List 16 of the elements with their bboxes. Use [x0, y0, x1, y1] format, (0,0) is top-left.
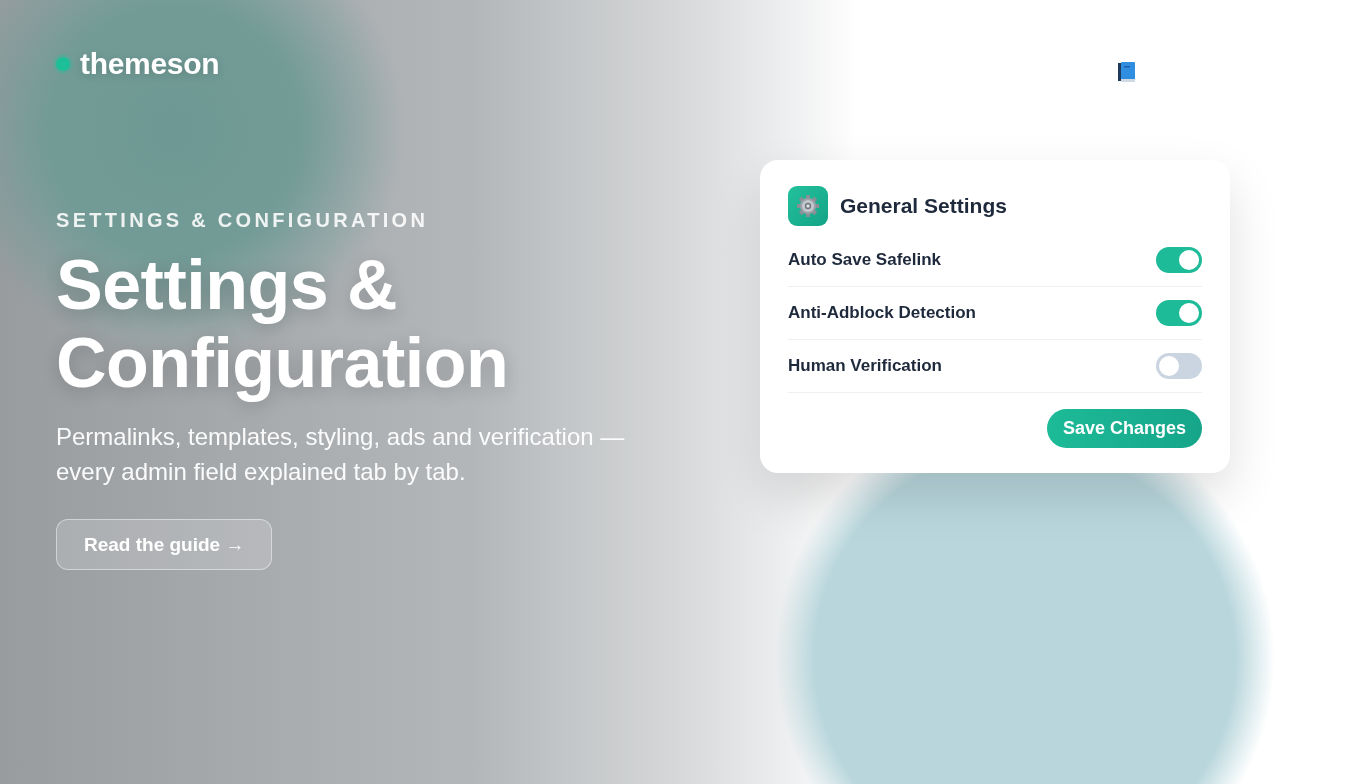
toggle-switch[interactable] — [1156, 300, 1202, 326]
headline: Settings & Configuration — [56, 246, 510, 402]
read-guide-button[interactable]: Read the guide → — [56, 519, 273, 570]
setting-label: Anti-Adblock Detection — [788, 303, 976, 323]
toggle-switch[interactable] — [1156, 247, 1202, 273]
card-title: General Settings — [840, 194, 1007, 218]
setting-label: Human Verification — [788, 356, 942, 376]
book-icon — [1118, 62, 1135, 82]
eyebrow-text: SETTINGS & CONFIGURATION — [56, 208, 429, 232]
brand-name: themeson — [80, 46, 220, 82]
logo-dot-icon — [53, 54, 73, 74]
setting-label: Auto Save Safelink — [788, 250, 942, 270]
gear-icon — [788, 186, 828, 226]
toggle-switch[interactable] — [1156, 353, 1202, 379]
subtitle-text: Permalinks, templates, styling, ads and verification — every admin field explained tab by tab. — [56, 422, 626, 487]
save-changes-button[interactable]: Save Changes — [1046, 409, 1202, 448]
